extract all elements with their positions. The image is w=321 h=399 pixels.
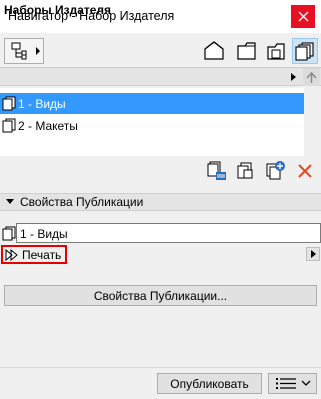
scroll-up-icon (306, 71, 317, 83)
publication-set-icon (2, 226, 16, 241)
view-map-button[interactable] (234, 38, 260, 64)
publishing-properties-title: Свойства Публикации (20, 195, 144, 209)
delete-button[interactable] (296, 162, 314, 180)
tree-item-label: 2 - Макеты (18, 119, 78, 133)
project-map-icon (204, 41, 224, 60)
add-item-icon (266, 161, 285, 180)
print-format-label: Печать (22, 248, 62, 262)
publication-set-icon (2, 96, 16, 111)
collapse-triangle-icon (291, 73, 296, 81)
navigator-dropdown-icon (11, 42, 40, 60)
publish-button[interactable]: Опубликовать (157, 373, 262, 394)
publication-set-icon (2, 118, 16, 133)
publisher-sets-button[interactable] (292, 38, 318, 64)
scroll-up-button[interactable] (303, 68, 320, 86)
layout-book-button[interactable] (263, 38, 289, 64)
new-folder-icon (237, 162, 253, 179)
publication-name-value: 1 - Виды (20, 227, 68, 241)
expand-arrow-icon (311, 250, 316, 258)
close-button[interactable] (291, 5, 315, 28)
print-format-icon (5, 249, 18, 261)
publishing-properties-button-label: Свойства Публикации... (93, 289, 228, 303)
layout-book-icon (267, 43, 285, 60)
tree-item-label: 1 - Виды (18, 97, 66, 111)
close-icon (298, 11, 308, 22)
view-map-icon (237, 42, 256, 60)
publish-button-label: Опубликовать (170, 377, 249, 391)
new-folder-button[interactable] (236, 161, 256, 181)
delete-icon (298, 164, 312, 178)
format-expand-button[interactable] (306, 247, 320, 261)
tree-item[interactable]: 2 - Макеты (0, 115, 304, 136)
publisher-sets-header (0, 67, 321, 86)
publishing-properties-button[interactable]: Свойства Публикации... (4, 285, 317, 306)
publisher-sets-title: Наборы Издателя (4, 3, 112, 17)
footer-divider (0, 367, 321, 368)
menu-icon (276, 378, 311, 389)
project-map-button[interactable] (201, 38, 227, 64)
tree-scrollbar[interactable] (304, 88, 321, 156)
collapse-triangle-icon (6, 199, 14, 204)
sets-expand-button[interactable] (288, 70, 298, 84)
publisher-sets-tree: 1 - Виды 2 - Макеты (0, 88, 304, 156)
navigator-dropdown-button[interactable] (4, 38, 44, 64)
publisher-sets-icon (295, 42, 314, 61)
tree-item[interactable]: 1 - Виды (0, 93, 304, 114)
add-item-button[interactable] (264, 160, 286, 182)
publication-name-field[interactable]: 1 - Виды (16, 223, 321, 243)
options-menu-button[interactable] (268, 373, 317, 394)
new-publisher-set-button[interactable] (206, 160, 228, 182)
new-publisher-set-icon (207, 161, 226, 180)
